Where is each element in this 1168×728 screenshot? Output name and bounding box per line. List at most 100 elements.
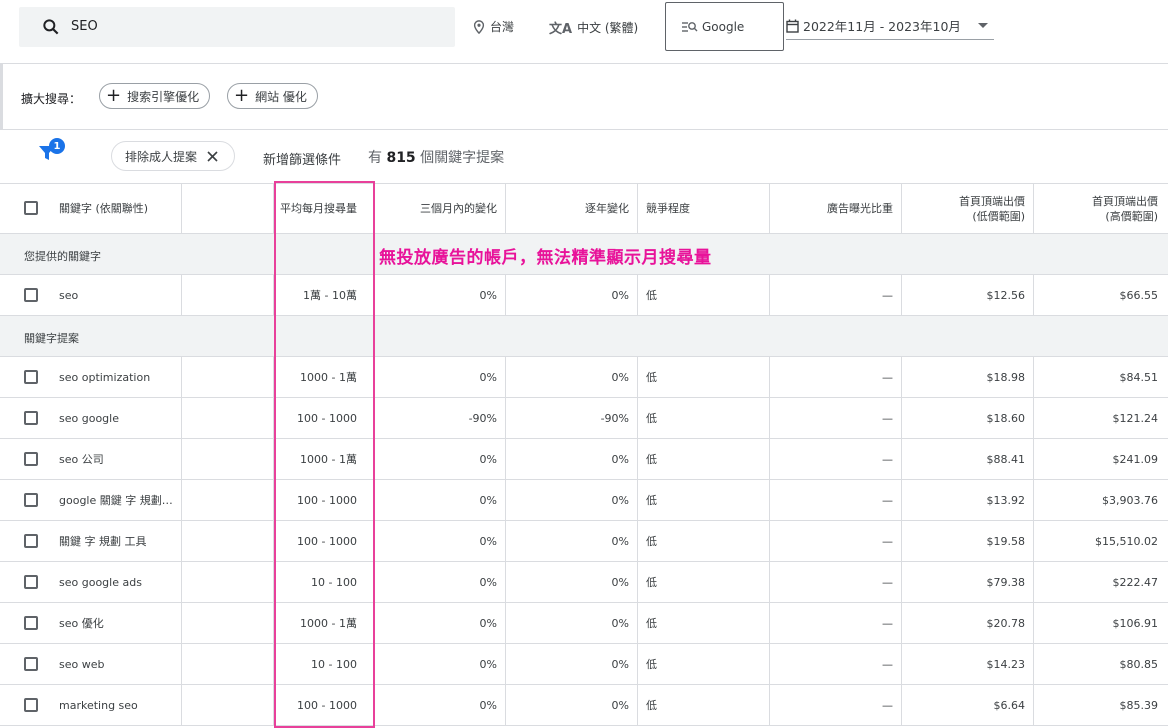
cell-avg-monthly: 100 - 1000: [274, 398, 374, 438]
cell-three-month: 0%: [374, 603, 506, 643]
expand-pill-2[interactable]: + 網站 優化: [227, 83, 318, 109]
location-pin-icon: [473, 19, 485, 34]
cell-yoy: 0%: [506, 644, 638, 684]
cell-bid-high: $3,903.76: [1102, 493, 1158, 507]
header-three-month[interactable]: 三個月內的變化: [374, 184, 506, 233]
cell-bid-high: $106.91: [1112, 616, 1159, 630]
plus-icon: +: [234, 85, 250, 106]
row-checkbox[interactable]: [24, 452, 38, 466]
cell-keyword: seo web: [46, 644, 182, 684]
expand-pill-1[interactable]: + 搜索引擎優化: [99, 83, 211, 109]
cell-spacer: [182, 521, 274, 561]
cell-bid-high: $66.55: [1119, 288, 1159, 302]
search-icon: [43, 19, 59, 35]
table-row[interactable]: seo google ads 10 - 100 0% 0% 低 — $79.38 $222.4…: [0, 562, 1168, 603]
cell-yoy: 0%: [506, 439, 638, 479]
cell-competition: 低: [638, 562, 770, 602]
filter-chip-exclude-adult[interactable]: 排除成人提案: [111, 141, 235, 171]
header-avg-monthly[interactable]: 平均每月搜尋量: [274, 184, 374, 233]
table-header: 關鍵字 (依關聯性) 平均每月搜尋量 三個月內的變化 逐年變化 競爭程度 廣告曝…: [0, 183, 1168, 234]
header-impression-share[interactable]: 廣告曝光比重: [770, 184, 902, 233]
cell-impression-share: —: [770, 480, 902, 520]
cell-avg-monthly: 1萬 - 10萬: [274, 275, 374, 315]
cell-competition: 低: [638, 480, 770, 520]
table-row[interactable]: seo google 100 - 1000 -90% -90% 低 — $18.60 $121…: [0, 398, 1168, 439]
row-checkbox[interactable]: [24, 575, 38, 589]
cell-competition: 低: [638, 439, 770, 479]
cell-three-month: 0%: [374, 685, 506, 725]
search-engine-button[interactable]: Google: [665, 2, 784, 51]
table-row[interactable]: marketing seo 100 - 1000 0% 0% 低 — $6.64 $85.39: [0, 685, 1168, 726]
language-label: 中文 (繁體): [577, 21, 639, 35]
cell-bid-low: $79.38: [902, 562, 1034, 602]
cell-keyword: seo optimization: [46, 357, 182, 397]
group-label: 關鍵字提案: [24, 332, 79, 345]
row-checkbox[interactable]: [24, 411, 38, 425]
cell-impression-share: —: [770, 562, 902, 602]
header-spacer: [182, 184, 274, 233]
search-query: SEO: [71, 19, 98, 34]
cell-bid-low: $20.78: [902, 603, 1034, 643]
search-input[interactable]: SEO: [19, 7, 455, 47]
cell-three-month: 0%: [374, 644, 506, 684]
table-row[interactable]: seo 優化 1000 - 1萬 0% 0% 低 — $20.78 $106.91: [0, 603, 1168, 644]
date-range-selector[interactable]: 2022年11月 - 2023年10月: [786, 12, 994, 40]
cell-competition: 低: [638, 521, 770, 561]
header-bid-low-line1: 首頁頂端出價: [959, 194, 1025, 208]
cell-spacer: [182, 603, 274, 643]
cell-three-month: 0%: [374, 521, 506, 561]
cell-bid-low: $19.58: [902, 521, 1034, 561]
cell-bid-low: $14.23: [902, 644, 1034, 684]
plus-icon: +: [106, 85, 122, 106]
row-checkbox[interactable]: [24, 616, 38, 630]
engine-label: Google: [702, 19, 745, 34]
header-bid-low[interactable]: 首頁頂端出價 (低價範圍): [902, 184, 1034, 233]
row-checkbox[interactable]: [24, 370, 38, 384]
cell-bid-low: $88.41: [902, 439, 1034, 479]
cell-keyword: seo 公司: [46, 439, 182, 479]
top-bar: SEO 台灣 文A 中文 (繁體) Google 2022年11月 - 2023…: [0, 0, 1168, 64]
cell-impression-share: —: [770, 398, 902, 438]
cell-spacer: [182, 398, 274, 438]
keyword-count: 有 815 個關鍵字提案: [368, 147, 504, 167]
table-row[interactable]: seo 1萬 - 10萬 0% 0% 低 — $12.56 $66.55: [0, 275, 1168, 316]
row-checkbox[interactable]: [24, 698, 38, 712]
cell-bid-low: $12.56: [902, 275, 1034, 315]
cell-bid-high: $80.85: [1119, 657, 1159, 671]
cell-three-month: 0%: [374, 275, 506, 315]
cell-impression-share: —: [770, 275, 902, 315]
cell-spacer: [182, 562, 274, 602]
close-icon[interactable]: [207, 150, 218, 162]
row-checkbox[interactable]: [24, 493, 38, 507]
calendar-icon: [786, 19, 799, 33]
cell-yoy: 0%: [506, 275, 638, 315]
table-row[interactable]: seo web 10 - 100 0% 0% 低 — $14.23 $80.85: [0, 644, 1168, 685]
header-yoy[interactable]: 逐年變化: [506, 184, 638, 233]
row-checkbox[interactable]: [24, 534, 38, 548]
cell-spacer: [182, 357, 274, 397]
cell-competition: 低: [638, 644, 770, 684]
header-keyword[interactable]: 關鍵字 (依關聯性): [46, 184, 182, 233]
language-selector[interactable]: 文A 中文 (繁體): [549, 18, 638, 37]
filter-row: 1 排除成人提案 新增篩選條件 有 815 個關鍵字提案: [0, 130, 1168, 183]
table-row[interactable]: google 關鍵 字 規劃… 100 - 1000 0% 0% 低 — $13.92 $3,…: [0, 480, 1168, 521]
header-bid-high-line2: (高價範圍): [1105, 209, 1158, 223]
cell-impression-share: —: [770, 439, 902, 479]
table-row[interactable]: seo optimization 1000 - 1萬 0% 0% 低 — $18.98 $84…: [0, 357, 1168, 398]
header-competition[interactable]: 競爭程度: [638, 184, 770, 233]
row-checkbox[interactable]: [24, 657, 38, 671]
cell-keyword: seo: [46, 275, 182, 315]
row-checkbox[interactable]: [24, 288, 38, 302]
group-label: 您提供的關鍵字: [24, 250, 101, 263]
location-label: 台灣: [490, 20, 515, 34]
select-all-checkbox[interactable]: [24, 201, 38, 215]
header-bid-high[interactable]: 首頁頂端出價 (高價範圍): [1034, 184, 1168, 233]
table-row[interactable]: 關鍵 字 規劃 工具 100 - 1000 0% 0% 低 — $19.58 $15,510.…: [0, 521, 1168, 562]
table-row[interactable]: seo 公司 1000 - 1萬 0% 0% 低 — $88.41 $241.09: [0, 439, 1168, 480]
cell-bid-high: $241.09: [1112, 452, 1159, 466]
expand-pill-label: 網站 優化: [255, 89, 307, 104]
add-filter-link[interactable]: 新增篩選條件: [263, 149, 341, 168]
location-selector[interactable]: 台灣: [473, 18, 514, 35]
header-bid-high-line1: 首頁頂端出價: [1092, 194, 1158, 208]
cell-avg-monthly: 1000 - 1萬: [274, 439, 374, 479]
